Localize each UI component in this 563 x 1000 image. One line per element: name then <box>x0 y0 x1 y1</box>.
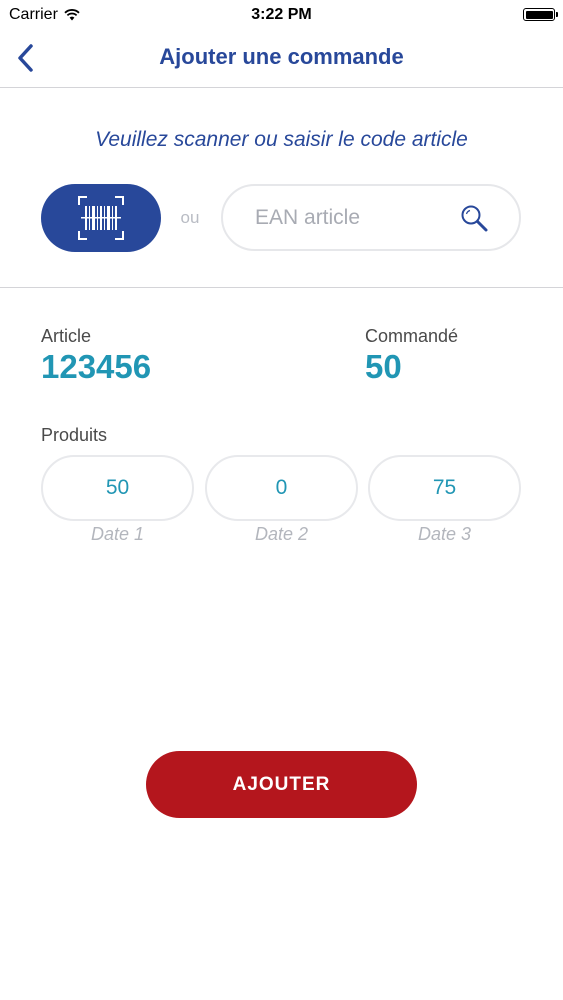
scan-instruction: Veuillez scanner ou saisir le code artic… <box>95 128 468 151</box>
date-label-1: Date 1 <box>90 524 145 544</box>
status-time: 3:22 PM <box>251 6 312 23</box>
section-divider <box>0 287 563 288</box>
status-bar: Carrier 3:22 PM <box>0 0 563 30</box>
date-label-3: Date 3 <box>417 524 472 544</box>
or-separator: ou <box>180 208 200 227</box>
article-value: 123456 <box>41 348 152 385</box>
date-label-2: Date 2 <box>254 524 309 544</box>
search-icon <box>461 205 488 232</box>
article-label: Article <box>41 326 92 346</box>
ean-input[interactable] <box>255 204 445 232</box>
page-title: Ajouter une commande <box>159 44 404 69</box>
product-quantity-2[interactable]: 0 <box>205 455 358 521</box>
search-button[interactable] <box>459 203 491 235</box>
scan-barcode-button[interactable] <box>41 184 161 252</box>
products-label: Produits <box>41 425 108 445</box>
ordered-value: 50 <box>365 348 402 385</box>
ordered-label: Commandé <box>365 326 459 346</box>
barcode-scan-icon <box>78 196 124 240</box>
product-quantity-1[interactable]: 50 <box>41 455 194 521</box>
product-quantity-3[interactable]: 75 <box>368 455 521 521</box>
ean-search-field[interactable] <box>221 184 521 251</box>
battery-icon <box>523 8 558 21</box>
add-button[interactable]: AJOUTER <box>146 751 417 818</box>
navigation-bar: Ajouter une commande <box>0 30 563 88</box>
